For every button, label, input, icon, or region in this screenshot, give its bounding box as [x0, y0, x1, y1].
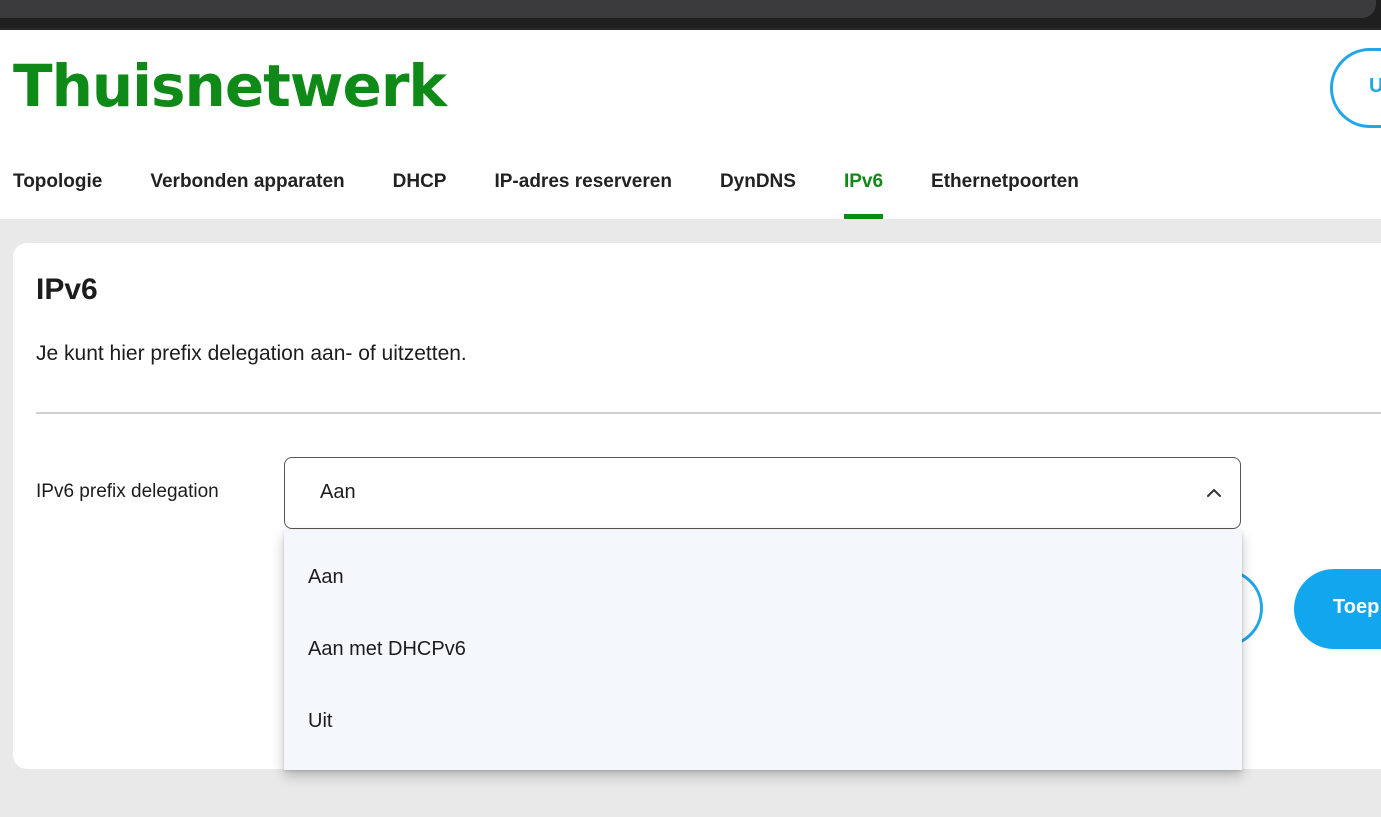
- divider: [36, 412, 1381, 414]
- select-value: Aan: [320, 481, 356, 503]
- chevron-up-icon: [1207, 489, 1221, 497]
- option-aan[interactable]: Aan: [308, 566, 344, 589]
- option-uit[interactable]: Uit: [308, 710, 332, 733]
- main-nav: Topologie Verbonden apparaten DHCP IP-ad…: [13, 169, 1127, 219]
- apply-button[interactable]: Toep: [1294, 569, 1381, 649]
- card-description: Je kunt hier prefix delegation aan- of u…: [36, 342, 467, 365]
- prefix-delegation-options: Aan Aan met DHCPv6 Uit: [284, 530, 1242, 770]
- prefix-delegation-select[interactable]: Aan: [284, 457, 1241, 529]
- browser-chrome-bar: [0, 0, 1376, 18]
- tab-ipv6[interactable]: IPv6: [843, 169, 884, 219]
- prefix-delegation-label: IPv6 prefix delegation: [36, 481, 219, 502]
- tab-ethernetpoorten[interactable]: Ethernetpoorten: [931, 169, 1079, 219]
- brand-title: Thuisnetwerk: [13, 52, 447, 120]
- browser-chrome: [0, 0, 1381, 30]
- tab-dhcp[interactable]: DHCP: [393, 169, 447, 219]
- user-button[interactable]: U: [1330, 48, 1381, 128]
- option-aan-met-dhcpv6[interactable]: Aan met DHCPv6: [308, 638, 466, 661]
- tab-dyndns[interactable]: DynDNS: [720, 169, 796, 219]
- tab-topologie[interactable]: Topologie: [13, 169, 102, 219]
- page-header: Thuisnetwerk U Topologie Verbonden appar…: [0, 30, 1381, 219]
- card-title: IPv6: [36, 273, 98, 306]
- tab-verbonden-apparaten[interactable]: Verbonden apparaten: [150, 169, 344, 219]
- tab-ip-adres-reserveren[interactable]: IP-adres reserveren: [494, 169, 671, 219]
